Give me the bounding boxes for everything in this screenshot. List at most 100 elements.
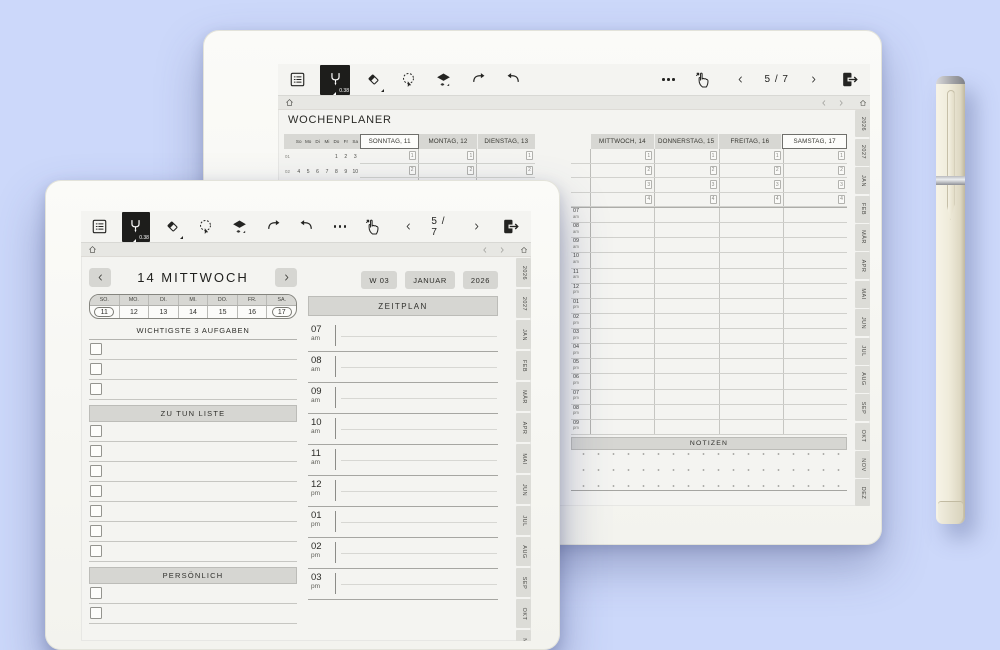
task-checkbox[interactable] <box>90 343 102 355</box>
side-tab[interactable]: JAN <box>855 167 870 194</box>
prev-page-button[interactable] <box>729 68 753 92</box>
layers-button[interactable] <box>228 215 251 239</box>
side-tab[interactable]: AUG <box>516 537 531 566</box>
task-checkbox[interactable] <box>90 607 102 619</box>
note-page-icon[interactable]: 1 <box>526 151 533 160</box>
side-tab[interactable]: AUG <box>855 366 870 393</box>
undo-button[interactable] <box>466 68 490 92</box>
mini-calendar-day[interactable]: 2 <box>341 154 350 160</box>
mini-calendar-day[interactable]: 4 <box>294 169 303 175</box>
day-column-header[interactable]: FREITAG, 16 <box>719 134 783 149</box>
more-options-button[interactable] <box>657 68 681 92</box>
task-checkbox[interactable] <box>90 505 102 517</box>
task-checkbox[interactable] <box>90 545 102 557</box>
eraser-button[interactable] <box>361 68 385 92</box>
side-tab[interactable]: OKT <box>516 599 531 628</box>
week-strip-day[interactable]: 13 <box>148 306 178 318</box>
note-page-icon[interactable]: 1 <box>409 151 416 160</box>
touch-toggle-button[interactable] <box>363 215 385 239</box>
task-checkbox[interactable] <box>90 445 102 457</box>
side-tab[interactable]: SEP <box>516 568 531 597</box>
side-tab[interactable]: APR <box>855 252 870 279</box>
note-page-icon[interactable]: 4 <box>774 195 781 204</box>
side-tab[interactable]: MÄR <box>855 224 870 251</box>
touch-toggle-button[interactable] <box>693 68 717 92</box>
undo-button[interactable] <box>262 215 285 239</box>
week-strip-day[interactable]: 17 <box>266 306 296 318</box>
side-tab[interactable]: FEB <box>516 351 531 380</box>
mini-calendar-day[interactable]: 3 <box>351 154 360 160</box>
layers-button[interactable] <box>431 68 455 92</box>
more-options-button[interactable] <box>329 215 351 239</box>
day-column-header[interactable]: MONTAG, 12 <box>419 134 477 149</box>
home-button[interactable] <box>88 245 97 254</box>
month-button[interactable]: JANUAR <box>405 271 455 289</box>
note-page-icon[interactable]: 3 <box>774 180 781 189</box>
exit-button[interactable] <box>500 215 522 239</box>
side-tab[interactable]: MAI <box>516 444 531 473</box>
week-strip-day[interactable]: 11 <box>90 306 119 318</box>
next-day-button[interactable] <box>275 268 297 287</box>
home-tab[interactable] <box>516 243 531 256</box>
note-page-icon[interactable]: 2 <box>645 166 652 175</box>
mini-calendar-day[interactable]: 1 <box>332 154 341 160</box>
side-tab[interactable]: SEP <box>855 394 870 421</box>
side-tab[interactable]: 2026 <box>855 110 870 137</box>
week-strip-day[interactable]: 15 <box>207 306 237 318</box>
side-tab[interactable]: DEZ <box>855 479 870 506</box>
note-page-icon[interactable]: 1 <box>467 151 474 160</box>
note-page-icon[interactable]: 3 <box>838 180 845 189</box>
side-tab[interactable]: FEB <box>855 196 870 223</box>
note-page-icon[interactable]: 1 <box>710 151 717 160</box>
side-tab[interactable]: MÄR <box>516 382 531 411</box>
side-tab[interactable]: 2027 <box>855 139 870 166</box>
lasso-select-button[interactable] <box>396 68 420 92</box>
note-page-icon[interactable]: 4 <box>645 195 652 204</box>
side-tab[interactable]: OKT <box>855 423 870 450</box>
note-page-icon[interactable]: 2 <box>526 166 533 175</box>
side-tab[interactable]: MAI <box>855 281 870 308</box>
note-page-icon[interactable]: 1 <box>774 151 781 160</box>
nav-back-button[interactable] <box>820 99 828 107</box>
side-tab[interactable]: NOV <box>516 630 531 641</box>
mini-calendar-day[interactable]: 5 <box>303 169 312 175</box>
task-checkbox[interactable] <box>90 425 102 437</box>
mini-calendar-day[interactable]: 8 <box>332 169 341 175</box>
week-strip-day[interactable]: 16 <box>237 306 267 318</box>
note-page-icon[interactable]: 3 <box>645 180 652 189</box>
exit-button[interactable] <box>837 68 861 92</box>
note-page-icon[interactable]: 2 <box>774 166 781 175</box>
note-page-icon[interactable]: 1 <box>838 151 845 160</box>
redo-button[interactable] <box>296 215 319 239</box>
task-checkbox[interactable] <box>90 465 102 477</box>
pen-tool-button[interactable]: 0.38 <box>320 65 350 95</box>
home-tab[interactable] <box>855 96 870 109</box>
side-tab[interactable]: JUN <box>516 475 531 504</box>
side-tab[interactable]: JUL <box>855 338 870 365</box>
side-tab[interactable]: JUN <box>855 309 870 336</box>
nav-back-button[interactable] <box>481 246 489 254</box>
side-tab[interactable]: JAN <box>516 320 531 349</box>
notebook-menu-button[interactable] <box>285 68 309 92</box>
note-page-icon[interactable]: 2 <box>710 166 717 175</box>
note-page-icon[interactable]: 4 <box>838 195 845 204</box>
prev-page-button[interactable] <box>397 215 419 239</box>
task-checkbox[interactable] <box>90 485 102 497</box>
note-page-icon[interactable]: 4 <box>710 195 717 204</box>
side-tab[interactable]: NOV <box>855 451 870 478</box>
task-checkbox[interactable] <box>90 363 102 375</box>
notebook-menu-button[interactable] <box>88 215 111 239</box>
week-strip-day[interactable]: 12 <box>119 306 149 318</box>
eraser-button[interactable] <box>161 215 184 239</box>
task-checkbox[interactable] <box>90 525 102 537</box>
mini-calendar-day[interactable]: 7 <box>322 169 331 175</box>
mini-calendar-day[interactable]: 10 <box>351 169 360 175</box>
pen-tool-button[interactable]: 0.38 <box>122 212 150 242</box>
day-column-header[interactable]: DONNERSTAG, 15 <box>655 134 719 149</box>
week-number-button[interactable]: W 03 <box>361 271 397 289</box>
nav-forward-button[interactable] <box>498 246 506 254</box>
year-button[interactable]: 2026 <box>463 271 498 289</box>
redo-button[interactable] <box>501 68 525 92</box>
side-tab[interactable]: 2027 <box>516 289 531 318</box>
mini-calendar-day[interactable]: 9 <box>341 169 350 175</box>
